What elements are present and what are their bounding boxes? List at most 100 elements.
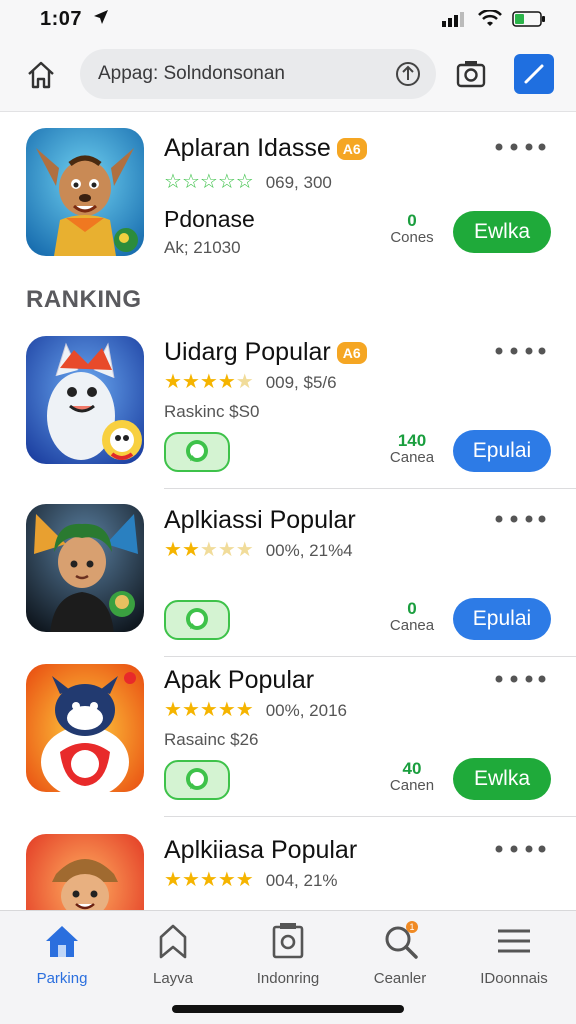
status-time: 1:07 xyxy=(40,8,83,30)
featured-rating: ☆☆☆☆☆ 069, 300 xyxy=(164,172,332,193)
status-indicators xyxy=(442,10,546,28)
featured-app-icon[interactable] xyxy=(26,128,144,256)
star-rating-icon: ★★★★★ xyxy=(164,371,254,393)
search-icon: 1 xyxy=(385,921,418,959)
wifi-icon xyxy=(478,10,502,26)
featured-count-label: Cones xyxy=(390,229,434,246)
top-bar: Appag: Solndonsonan xyxy=(0,40,576,112)
app-rating: ★★★★★ 00%, 21%4 xyxy=(164,540,353,561)
section-heading-ranking: RANKING xyxy=(26,286,142,313)
app-title-row: Aplkiassi Popular xyxy=(164,506,356,535)
tab-indonring[interactable]: Indonring xyxy=(238,921,338,987)
chat-bubble-icon xyxy=(186,608,208,630)
chat-button[interactable] xyxy=(164,760,230,800)
tab-layva[interactable]: Layva xyxy=(123,921,223,987)
status-bar: 1:07 xyxy=(0,0,576,40)
ranking-row[interactable]: Apak Popular ★★★★★ 00%, 2016 Rasainc $26 40 C… xyxy=(0,664,576,817)
app-title-row: Uidarg Popular A6 xyxy=(164,338,367,367)
more-options-icon[interactable] xyxy=(494,142,546,152)
home-icon xyxy=(46,926,78,957)
app-count: 140 Canea xyxy=(382,432,442,466)
app-count-value: 0 xyxy=(407,599,417,618)
featured-subtitle: Pdonase xyxy=(164,206,255,232)
tab-label: Parking xyxy=(36,970,88,987)
bookmark-icon xyxy=(159,924,187,959)
age-badge: A6 xyxy=(336,341,367,364)
app-icon[interactable] xyxy=(26,664,144,792)
star-rating-icon: ★★★★★ xyxy=(164,699,254,721)
app-title: Uidarg Popular xyxy=(164,338,331,366)
cartoon-character-icon xyxy=(26,336,144,464)
tab-ceanler[interactable]: 1 Ceanler xyxy=(350,921,450,987)
chat-bubble-icon xyxy=(186,768,208,790)
app-title: Apak Popular xyxy=(164,666,315,694)
app-icon[interactable] xyxy=(26,336,144,464)
app-count-label: Canea xyxy=(389,617,435,634)
home-outline-icon xyxy=(28,61,54,89)
star-rating-icon: ★★★★★ xyxy=(164,539,254,561)
home-button[interactable] xyxy=(22,56,60,94)
tab-idoonnais[interactable]: IDoonnais xyxy=(464,921,564,987)
address-bar[interactable]: Appag: Solndonsonan xyxy=(80,49,436,99)
app-rating-text: 00%, 2016 xyxy=(265,700,347,720)
featured-rating-text: 069, 300 xyxy=(265,172,332,192)
app-rating: ★★★★★ 004, 21% xyxy=(164,870,338,891)
app-rating: ★★★★★ 00%, 2016 xyxy=(164,700,347,721)
app-action-button[interactable]: Epulai xyxy=(453,430,551,472)
app-meta: Raskinc $S0 xyxy=(164,402,260,421)
cartoon-character-icon xyxy=(26,504,144,632)
app-rating-text: 00%, 21%4 xyxy=(265,540,353,560)
app-action-button[interactable]: Epulai xyxy=(453,598,551,640)
app-count-label: Canea xyxy=(389,449,435,466)
age-badge: A6 xyxy=(336,137,367,160)
chat-button[interactable] xyxy=(164,600,230,640)
app-rating-text: 004, 21% xyxy=(265,870,338,890)
notification-badge: 1 xyxy=(409,922,414,932)
more-options-icon[interactable] xyxy=(494,844,546,854)
tab-parking[interactable]: Parking xyxy=(12,921,112,987)
featured-title-row: Aplaran Idasse A6 xyxy=(164,134,367,163)
app-rating-text: 009, $5/6 xyxy=(265,372,337,392)
app-icon[interactable] xyxy=(26,504,144,632)
featured-count: 0 Cones xyxy=(382,212,442,246)
cartoon-character-icon xyxy=(26,664,144,792)
chat-bubble-icon xyxy=(186,440,208,462)
battery-icon xyxy=(512,11,545,27)
cartoon-character-icon xyxy=(26,128,144,256)
tab-label: Layva xyxy=(152,970,194,987)
camera-button[interactable] xyxy=(452,55,490,93)
edit-button[interactable] xyxy=(514,54,554,94)
app-title-row: Apak Popular xyxy=(164,666,314,695)
ranking-row[interactable]: Aplkiassi Popular ★★★★★ 00%, 21%4 0 Canea Epu… xyxy=(0,504,576,657)
more-options-icon[interactable] xyxy=(494,514,546,524)
ranking-row[interactable]: Uidarg Popular A6 ★★★★★ 009, $5/6 Raskinc $S… xyxy=(0,336,576,489)
location-arrow-icon xyxy=(94,10,108,24)
row-divider xyxy=(164,816,576,817)
more-options-icon[interactable] xyxy=(494,346,546,356)
app-title: Aplkiiasa Popular xyxy=(164,836,358,864)
cellular-signal-icon xyxy=(442,12,464,27)
featured-action-button[interactable]: Ewlka xyxy=(453,211,551,253)
tab-label: IDoonnais xyxy=(480,970,548,987)
featured-app-card[interactable]: Aplaran Idasse A6 ☆☆☆☆☆ 069, 300 Pdonase… xyxy=(0,128,576,268)
app-meta: Rasainc $26 xyxy=(164,730,259,749)
chat-button[interactable] xyxy=(164,432,230,472)
share-icon[interactable] xyxy=(394,60,422,88)
frame-icon xyxy=(272,923,304,959)
star-rating-icon: ☆☆☆☆☆ xyxy=(164,171,254,193)
pencil-icon xyxy=(524,64,544,84)
app-action-button[interactable]: Ewlka xyxy=(453,758,551,800)
more-options-icon[interactable] xyxy=(494,674,546,684)
app-count: 0 Canea xyxy=(382,600,442,634)
featured-meta: Ak; 21030 xyxy=(164,238,241,257)
home-indicator[interactable] xyxy=(172,1005,404,1013)
app-count: 40 Canen xyxy=(382,760,442,794)
app-count-label: Canen xyxy=(389,777,435,794)
star-rating-icon: ★★★★★ xyxy=(164,869,254,891)
app-title-row: Aplkiiasa Popular xyxy=(164,836,357,865)
app-title: Aplkiassi Popular xyxy=(164,506,356,534)
tab-label: Indonring xyxy=(256,970,320,987)
menu-icon xyxy=(498,929,530,953)
address-bar-text: Appag: Solndonsonan xyxy=(98,63,285,84)
tab-label: Ceanler xyxy=(373,970,427,987)
